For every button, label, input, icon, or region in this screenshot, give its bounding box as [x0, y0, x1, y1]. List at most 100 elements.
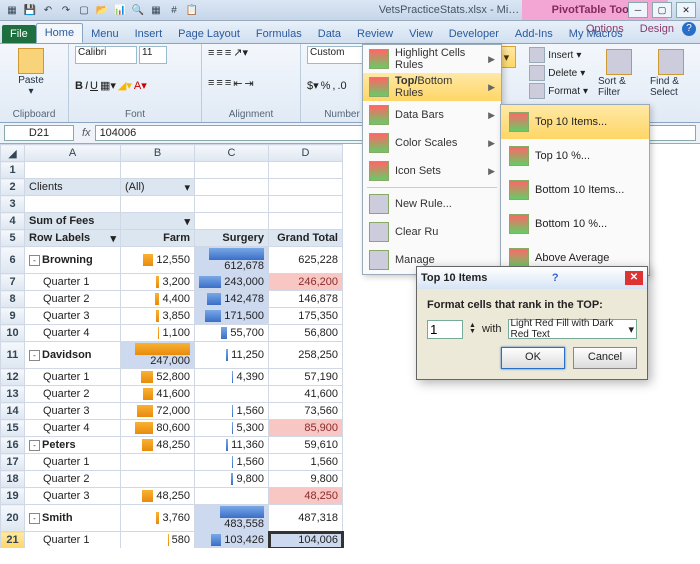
row-header[interactable]: 9: [1, 308, 25, 325]
grid-icon[interactable]: #: [166, 2, 182, 18]
fx-icon[interactable]: fx: [82, 127, 91, 139]
format-style-combo[interactable]: Light Red Fill with Dark Red Text▾: [508, 319, 638, 339]
minimize-button[interactable]: ─: [628, 2, 648, 18]
farm-cell[interactable]: 3,760: [121, 505, 195, 532]
underline-button[interactable]: U: [90, 80, 98, 92]
row-header[interactable]: 20: [1, 505, 25, 532]
total-cell[interactable]: 1,560: [269, 454, 343, 471]
percent-icon[interactable]: %: [321, 80, 331, 92]
tab-formulas[interactable]: Formulas: [248, 25, 310, 43]
align-mid-icon[interactable]: ≡: [216, 47, 222, 59]
restore-button[interactable]: ▢: [652, 2, 672, 18]
ctxtab-design[interactable]: Design: [632, 20, 682, 38]
format-button[interactable]: Format ▾: [525, 82, 592, 100]
row-header[interactable]: 10: [1, 325, 25, 342]
row-header[interactable]: 16: [1, 437, 25, 454]
rowlabel-cell[interactable]: Quarter 4: [25, 325, 121, 342]
cf-extra[interactable]: Clear Ru: [363, 218, 501, 246]
rowlabels[interactable]: Row Labels ▾: [25, 230, 121, 247]
surgery-cell[interactable]: 483,558: [195, 505, 269, 532]
row-header[interactable]: 12: [1, 369, 25, 386]
name-box[interactable]: D21: [4, 125, 74, 141]
tab-review[interactable]: Review: [349, 25, 401, 43]
indent-dec-icon[interactable]: ⇤: [233, 77, 242, 90]
total-cell[interactable]: 246,200: [269, 274, 343, 291]
chart-icon[interactable]: 📊: [112, 2, 128, 18]
surgery-cell[interactable]: [195, 488, 269, 505]
tab-view[interactable]: View: [401, 25, 441, 43]
total-cell[interactable]: 175,350: [269, 308, 343, 325]
surgery-cell[interactable]: 612,678: [195, 247, 269, 274]
farm-cell[interactable]: [121, 454, 195, 471]
fillcolor-button[interactable]: ◢▾: [118, 79, 132, 92]
row-header[interactable]: 13: [1, 386, 25, 403]
total-cell[interactable]: 9,800: [269, 471, 343, 488]
total-cell[interactable]: 104,006: [269, 532, 343, 548]
paste-icon[interactable]: 📋: [184, 2, 200, 18]
row-header[interactable]: 1: [1, 162, 25, 179]
printprev-icon[interactable]: 🔍: [130, 2, 146, 18]
total-cell[interactable]: 146,878: [269, 291, 343, 308]
font-name[interactable]: Calibri: [75, 46, 137, 64]
open-icon[interactable]: 📂: [94, 2, 110, 18]
ok-button[interactable]: OK: [501, 347, 565, 369]
paste-button[interactable]: Paste▾: [6, 46, 56, 99]
total-cell[interactable]: 56,800: [269, 325, 343, 342]
rowlabel-cell[interactable]: Quarter 1: [25, 532, 121, 548]
select-all[interactable]: ◢: [1, 145, 25, 162]
align-left-icon[interactable]: ≡: [208, 77, 214, 89]
farm-cell[interactable]: 1,100: [121, 325, 195, 342]
surgery-cell[interactable]: 243,000: [195, 274, 269, 291]
row-header[interactable]: 11: [1, 342, 25, 369]
italic-button[interactable]: I: [85, 80, 88, 92]
rowlabel-cell[interactable]: Quarter 4: [25, 420, 121, 437]
surgery-cell[interactable]: 103,426: [195, 532, 269, 548]
cancel-button[interactable]: Cancel: [573, 347, 637, 369]
farm-cell[interactable]: 41,600: [121, 386, 195, 403]
number-format[interactable]: Custom: [307, 46, 365, 64]
col-header[interactable]: B: [121, 145, 195, 162]
rowlabel-cell[interactable]: Quarter 2: [25, 471, 121, 488]
col-header[interactable]: D: [269, 145, 343, 162]
delete-button[interactable]: Delete ▾: [525, 64, 592, 82]
surgery-cell[interactable]: 1,560: [195, 403, 269, 420]
row-header[interactable]: 2: [1, 179, 25, 196]
row-header[interactable]: 8: [1, 291, 25, 308]
spin-down-icon[interactable]: ▼: [469, 329, 476, 335]
row-header[interactable]: 15: [1, 420, 25, 437]
align-center-icon[interactable]: ≡: [216, 77, 222, 89]
farm-cell[interactable]: 3,850: [121, 308, 195, 325]
total-cell[interactable]: 41,600: [269, 386, 343, 403]
tab-pagelayout[interactable]: Page Layout: [170, 25, 248, 43]
rowlabel-cell[interactable]: Quarter 3: [25, 403, 121, 420]
align-right-icon[interactable]: ≡: [225, 77, 231, 89]
font-size[interactable]: 11: [139, 46, 167, 64]
surgery-cell[interactable]: 142,478: [195, 291, 269, 308]
farm-cell[interactable]: 247,000: [121, 342, 195, 369]
cf-sub-item[interactable]: Top 10 %...: [501, 139, 649, 173]
sort-filter-button[interactable]: Sort & Filter: [594, 46, 644, 100]
farm-cell[interactable]: 72,000: [121, 403, 195, 420]
expand-icon[interactable]: -: [29, 513, 40, 524]
fontcolor-button[interactable]: A▾: [134, 79, 147, 92]
currency-icon[interactable]: $▾: [307, 79, 319, 92]
indent-inc-icon[interactable]: ⇥: [244, 77, 253, 90]
redo-icon[interactable]: ↷: [58, 2, 74, 18]
bold-button[interactable]: B: [75, 80, 83, 92]
row-header[interactable]: 7: [1, 274, 25, 291]
align-top-icon[interactable]: ≡: [208, 47, 214, 59]
tab-add-ins[interactable]: Add-Ins: [507, 25, 561, 43]
expand-icon[interactable]: -: [29, 440, 40, 451]
surgery-cell[interactable]: 5,300: [195, 420, 269, 437]
tab-menu[interactable]: Menu: [83, 25, 127, 43]
rowlabel-cell[interactable]: Quarter 1: [25, 454, 121, 471]
colfield-drop[interactable]: ▾: [121, 213, 195, 230]
tab-developer[interactable]: Developer: [441, 25, 507, 43]
tab-file[interactable]: File: [2, 25, 36, 43]
ctxtab-options[interactable]: Options: [578, 20, 632, 38]
cf-sub-item[interactable]: Top 10 Items...: [501, 105, 649, 139]
row-header[interactable]: 14: [1, 403, 25, 420]
total-cell[interactable]: 487,318: [269, 505, 343, 532]
total-cell[interactable]: 57,190: [269, 369, 343, 386]
align-bot-icon[interactable]: ≡: [225, 47, 231, 59]
